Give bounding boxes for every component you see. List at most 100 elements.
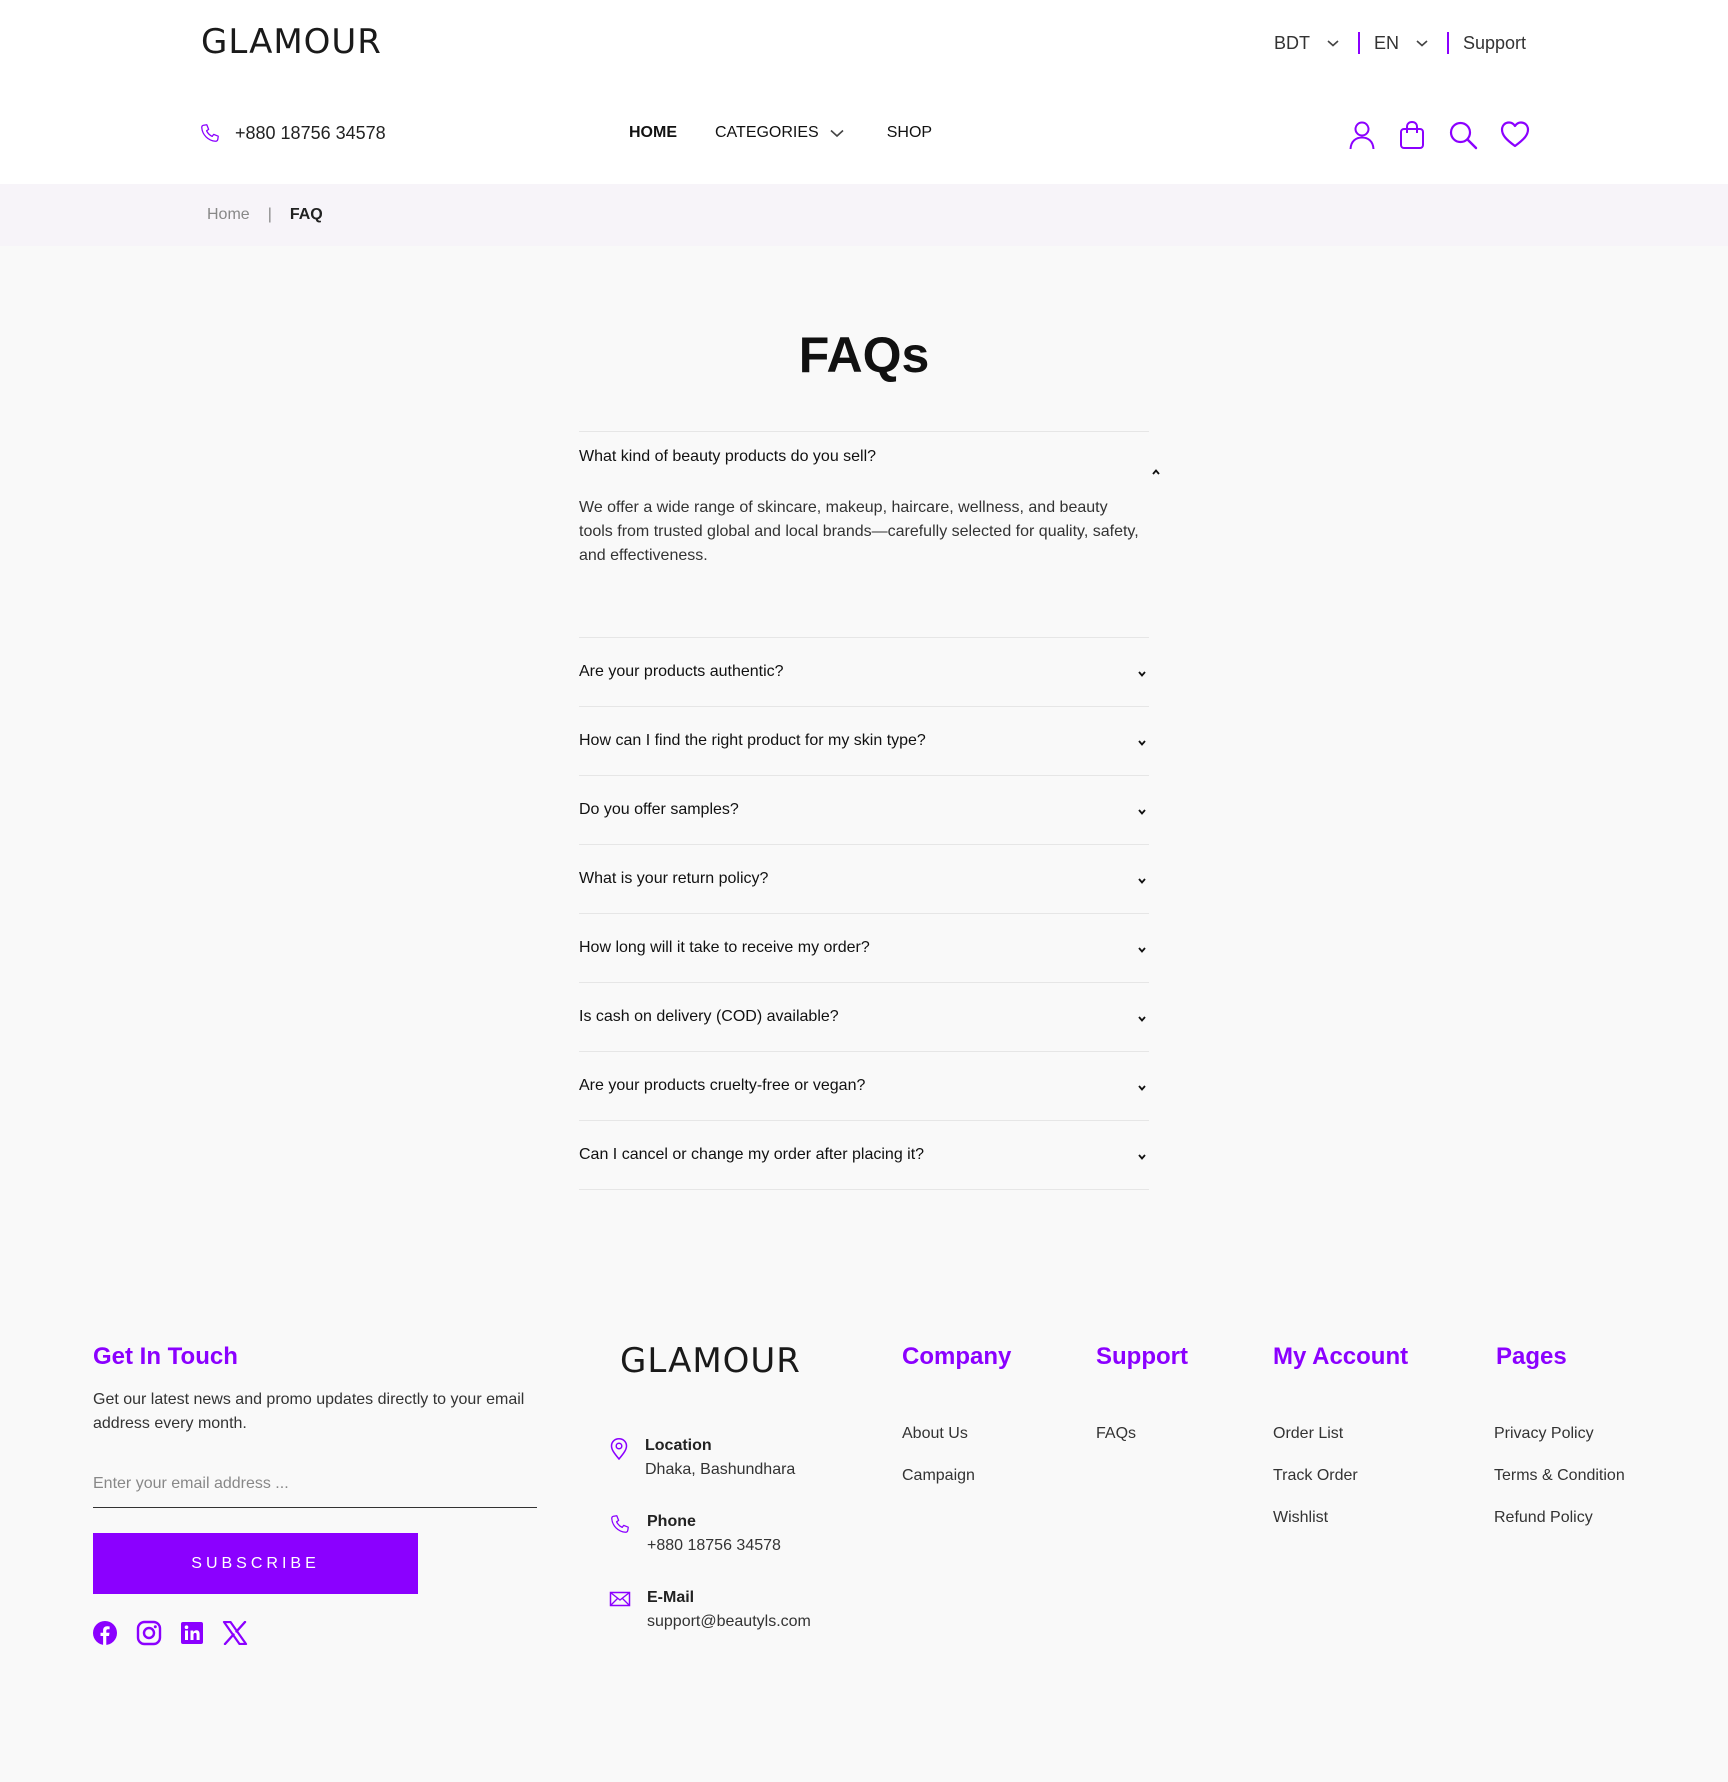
faq-question[interactable]: How long will it take to receive my orde… [579,939,870,957]
breadcrumb-current: FAQ [289,206,323,223]
faq-item[interactable]: How long will it take to receive my orde… [579,913,1149,982]
chevron-down-icon[interactable] [1137,1015,1147,1023]
chevron-down-icon[interactable] [1137,877,1147,885]
phone-icon [609,1513,631,1555]
faq-question[interactable]: How can I find the right product for my … [579,732,926,750]
faq-item[interactable]: Do you offer samples? [579,775,1149,844]
email-input[interactable] [93,1460,537,1508]
divider [579,1189,1149,1190]
faq-question[interactable]: Is cash on delivery (COD) available? [579,1008,839,1026]
faq-answer: We offer a wide range of skincare, makeu… [579,499,1139,564]
subscribe-button[interactable]: SUBSCRIBE [93,1533,418,1594]
language-selector[interactable]: EN [1374,33,1429,54]
footer-link-about-us[interactable]: About Us [902,1425,975,1443]
x-icon[interactable] [222,1621,248,1645]
phone-number: +880 18756 34578 [235,122,386,143]
page-title: FAQs [798,327,930,383]
nav-home[interactable]: HOME [629,124,677,142]
footer-heading-company: Company [902,1343,1012,1370]
chevron-down-icon[interactable] [1137,946,1147,954]
support-links: FAQs [1096,1425,1136,1443]
divider [1357,32,1360,54]
footer-link-wishlist[interactable]: Wishlist [1273,1509,1358,1527]
contact-email: E-Mail support@beautyls.com [609,1589,811,1631]
site-header: GLAMOUR BDT EN Support +880 18756 34578 … [0,0,1728,184]
currency-selector[interactable]: BDT [1274,33,1340,54]
linkedin-icon[interactable] [181,1622,203,1644]
contact-value[interactable]: +880 18756 34578 [647,1537,781,1555]
faq-question[interactable]: Do you offer samples? [579,801,739,819]
newsletter-text: Get our latest news and promo updates di… [93,1391,525,1432]
top-utility-bar: BDT EN Support [1274,30,1526,56]
footer-heading-my-account: My Account [1273,1343,1409,1370]
contact-label: Location [645,1437,712,1454]
breadcrumb-separator: | [267,206,272,223]
instagram-icon[interactable] [136,1620,162,1646]
chevron-down-icon [1415,38,1429,48]
company-links: About Us Campaign [902,1425,975,1485]
faq-question[interactable]: Can I cancel or change my order after pl… [579,1146,924,1164]
footer-link-terms[interactable]: Terms & Condition [1494,1467,1625,1485]
footer-link-campaign[interactable]: Campaign [902,1467,975,1485]
chevron-down-icon[interactable] [1137,808,1147,816]
phone-icon [199,122,221,144]
chevron-down-icon [1326,38,1340,48]
search-icon[interactable] [1448,120,1478,150]
contact-value: Dhaka, Bashundhara [645,1461,796,1478]
nav-categories-label: CATEGORIES [715,124,819,141]
heart-icon[interactable] [1500,120,1530,150]
user-icon[interactable] [1348,120,1376,150]
language-value: EN [1373,32,1399,53]
footer-heading-support: Support [1096,1343,1188,1370]
contact-label: Phone [647,1513,696,1530]
faq-question[interactable]: What kind of beauty products do you sell… [579,448,876,466]
faq-item[interactable]: Are your products cruelty-free or vegan? [579,1051,1149,1120]
divider [1446,32,1449,54]
faq-item[interactable]: What kind of beauty products do you sell… [579,431,1160,637]
contact-label: E-Mail [647,1589,695,1606]
footer-link-privacy-policy[interactable]: Privacy Policy [1494,1425,1625,1443]
chevron-up-icon[interactable] [1151,468,1161,476]
footer-link-order-list[interactable]: Order List [1273,1425,1358,1443]
header-phone[interactable]: +880 18756 34578 [199,122,386,144]
footer-heading-pages: Pages [1496,1343,1567,1370]
location-pin-icon [609,1437,629,1479]
mail-icon [609,1589,631,1631]
main-nav: HOME CATEGORIES SHOP [629,124,932,142]
faq-question[interactable]: Are your products authentic? [579,663,784,681]
footer-link-track-order[interactable]: Track Order [1273,1467,1358,1485]
contact-value[interactable]: support@beautyls.com [647,1613,811,1631]
faq-item[interactable]: Is cash on delivery (COD) available? [579,982,1149,1051]
pages-links: Privacy Policy Terms & Condition Refund … [1494,1425,1625,1527]
chevron-down-icon [829,128,845,138]
faq-question[interactable]: Are your products cruelty-free or vegan? [579,1077,865,1095]
chevron-down-icon[interactable] [1137,1153,1147,1161]
social-links [93,1620,248,1646]
faq-accordion: What kind of beauty products do you sell… [579,431,1160,1190]
breadcrumb-home[interactable]: Home [207,206,250,224]
faq-question[interactable]: What is your return policy? [579,870,768,888]
footer-logo[interactable]: GLAMOUR [620,1341,801,1381]
faq-item[interactable]: How can I find the right product for my … [579,706,1149,775]
nav-categories[interactable]: CATEGORIES [715,124,845,142]
support-link[interactable]: Support [1463,33,1526,54]
chevron-down-icon[interactable] [1137,739,1147,747]
faq-item[interactable]: Can I cancel or change my order after pl… [579,1120,1149,1189]
faq-item[interactable]: What is your return policy? [579,844,1149,913]
site-logo[interactable]: GLAMOUR [201,22,382,62]
footer-heading-get-in-touch: Get In Touch [93,1343,238,1370]
faq-item[interactable]: Are your products authentic? [579,637,1149,706]
contact-location: Location Dhaka, Bashundhara [609,1437,795,1479]
footer-link-faqs[interactable]: FAQs [1096,1425,1136,1443]
bag-icon[interactable] [1398,120,1426,150]
facebook-icon[interactable] [93,1621,117,1645]
nav-shop[interactable]: SHOP [887,124,932,142]
account-links: Order List Track Order Wishlist [1273,1425,1358,1527]
header-actions [1348,120,1530,150]
contact-phone: Phone +880 18756 34578 [609,1513,781,1555]
footer-link-refund-policy[interactable]: Refund Policy [1494,1509,1625,1527]
currency-value: BDT [1273,32,1310,53]
breadcrumb: Home | FAQ [207,206,323,224]
chevron-down-icon[interactable] [1137,670,1147,678]
chevron-down-icon[interactable] [1137,1084,1147,1092]
